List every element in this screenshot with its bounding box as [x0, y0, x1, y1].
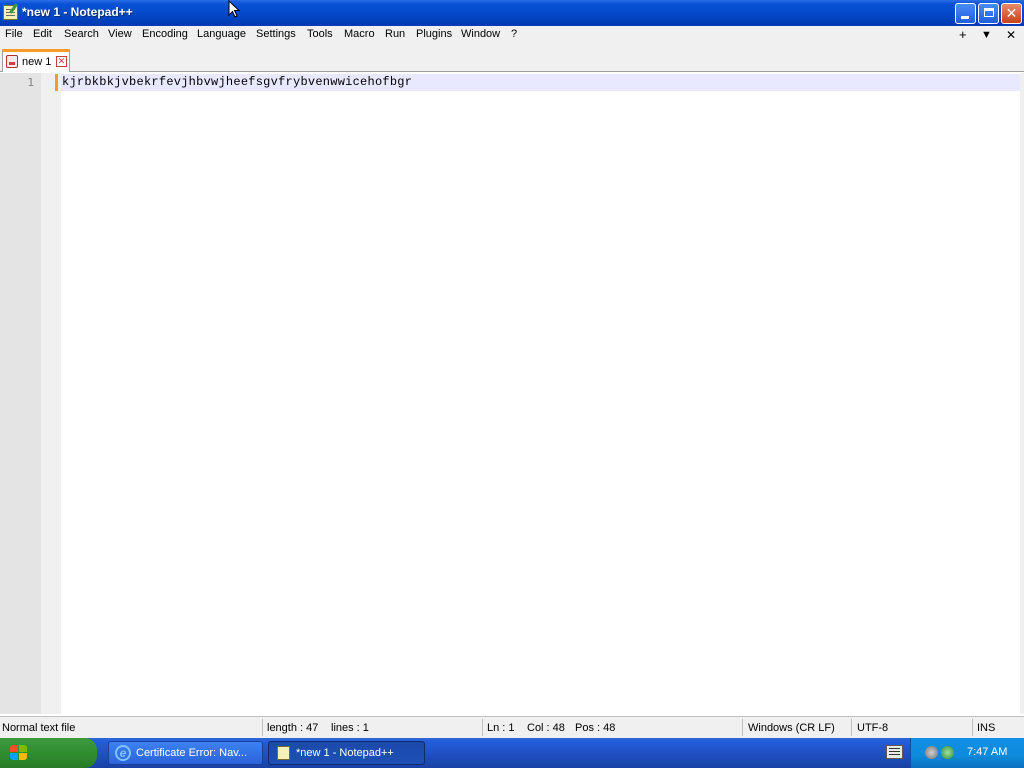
taskbar-item-certificate-error[interactable]: e Certificate Error: Nav... — [108, 741, 263, 765]
security-tray-icon[interactable] — [941, 746, 954, 759]
windows-logo-icon — [10, 745, 28, 761]
minimize-icon — [961, 16, 969, 19]
line-number-gutter: 1 — [0, 73, 41, 714]
internet-explorer-icon: e — [115, 745, 131, 761]
menu-plugins[interactable]: Plugins — [416, 28, 452, 40]
notepad-plus-plus-window: *new 1 - Notepad++ ✕ File Edit Search Vi… — [0, 0, 1024, 738]
menu-language[interactable]: Language — [197, 28, 246, 40]
status-divider — [972, 719, 973, 736]
tab-bar: new 1 ✕ — [0, 45, 1024, 72]
menu-bar: File Edit Search View Encoding Language … — [0, 26, 1024, 45]
restore-button[interactable] — [978, 3, 999, 24]
menu-file[interactable]: File — [5, 28, 23, 40]
notepad-plus-plus-icon — [277, 746, 290, 760]
menu-tools[interactable]: Tools — [307, 28, 333, 40]
menu-help[interactable]: ? — [511, 28, 517, 40]
menu-run[interactable]: Run — [385, 28, 405, 40]
fold-margin — [41, 73, 61, 714]
restore-icon — [984, 8, 994, 17]
status-divider — [262, 719, 263, 736]
new-tab-plus-icon[interactable]: + — [959, 27, 967, 42]
start-button[interactable] — [0, 738, 97, 768]
change-marker — [55, 74, 58, 91]
notepad-plus-plus-icon[interactable] — [3, 5, 18, 20]
clock[interactable]: 7:47 AM — [967, 746, 1007, 758]
status-length: length : 47 — [267, 722, 319, 734]
close-button[interactable]: ✕ — [1001, 3, 1022, 24]
editor-line-1[interactable]: kjrbkbkjvbekrfevjhbvwjheefsgvfrybvenwwic… — [62, 75, 412, 89]
status-pos: Pos : 48 — [575, 722, 616, 734]
taskbar-item-label: *new 1 - Notepad++ — [296, 747, 394, 759]
status-col: Col : 48 — [527, 722, 565, 734]
taskbar: e Certificate Error: Nav... *new 1 - Not… — [0, 738, 1024, 768]
window-title: *new 1 - Notepad++ — [22, 5, 133, 19]
status-divider — [851, 719, 852, 736]
menu-search[interactable]: Search — [64, 28, 99, 40]
status-divider — [482, 719, 483, 736]
menu-view[interactable]: View — [108, 28, 132, 40]
menu-macro[interactable]: Macro — [344, 28, 375, 40]
tab-list-dropdown-icon[interactable]: ▼ — [981, 29, 992, 41]
unsaved-file-icon — [6, 55, 18, 68]
status-encoding: UTF-8 — [857, 722, 889, 734]
status-divider — [742, 719, 743, 736]
status-bar: Normal text file length : 47 lines : 1 L… — [0, 716, 1024, 738]
close-document-icon[interactable]: ✕ — [1006, 28, 1016, 42]
menu-encoding[interactable]: Encoding — [142, 28, 188, 40]
status-eol: Windows (CR LF) — [748, 722, 835, 734]
keyboard-language-icon[interactable] — [886, 745, 903, 759]
status-lines: lines : 1 — [331, 722, 369, 734]
tab-close-icon[interactable]: ✕ — [56, 56, 67, 67]
menu-edit[interactable]: Edit — [33, 28, 52, 40]
tab-label: new 1 — [22, 56, 52, 68]
line-number: 1 — [27, 76, 34, 89]
taskbar-item-label: Certificate Error: Nav... — [136, 747, 248, 759]
status-file-type: Normal text file — [2, 722, 76, 734]
text-editor[interactable]: 1 kjrbkbkjvbekrfevjhbvwjheefsgvfrybvenww… — [0, 73, 1024, 714]
status-ln: Ln : 1 — [487, 722, 515, 734]
network-tray-icon[interactable] — [925, 746, 938, 759]
status-insert-mode: INS — [977, 722, 996, 734]
close-icon: ✕ — [1005, 5, 1018, 21]
tab-new-1[interactable]: new 1 ✕ — [2, 49, 70, 72]
vertical-scrollbar[interactable] — [1020, 73, 1024, 714]
taskbar-item-notepad-plus-plus[interactable]: *new 1 - Notepad++ — [268, 741, 425, 765]
menu-settings[interactable]: Settings — [256, 28, 296, 40]
menu-window[interactable]: Window — [461, 28, 500, 40]
title-bar[interactable]: *new 1 - Notepad++ ✕ — [0, 0, 1024, 26]
minimize-button[interactable] — [955, 3, 976, 24]
